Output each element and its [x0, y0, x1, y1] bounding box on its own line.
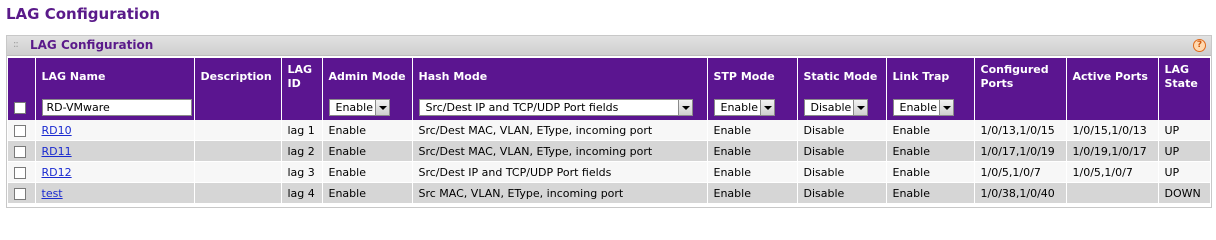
- dropdown-arrow-icon: [853, 100, 868, 115]
- cell-stp-mode: Enable: [707, 161, 798, 183]
- cell-static-mode: Disable: [797, 182, 887, 204]
- cell-link-trap: Enable: [886, 161, 975, 183]
- lag-name-link[interactable]: RD11: [42, 145, 72, 158]
- cell-lag-id: lag 1: [281, 120, 323, 141]
- dropdown-arrow-icon: [938, 100, 953, 115]
- cell-description: [194, 140, 282, 162]
- cell-hash-mode: Src MAC, VLAN, EType, incoming port: [412, 182, 708, 204]
- table-row[interactable]: RD12 lag 3 Enable Src/Dest IP and TCP/UD…: [8, 161, 1210, 183]
- cell-description: [194, 161, 282, 183]
- col-configured-ports[interactable]: Configured Ports: [974, 58, 1067, 95]
- cell-configured-ports: 1/0/5,1/0/7: [974, 161, 1067, 183]
- link-trap-select[interactable]: Enable: [892, 99, 954, 116]
- cell-admin-mode: Enable: [322, 140, 413, 162]
- cell-active-ports: 1/0/15,1/0/13: [1066, 120, 1159, 141]
- cell-hash-mode: Src/Dest MAC, VLAN, EType, incoming port: [412, 140, 708, 162]
- hash-mode-select[interactable]: Src/Dest IP and TCP/UDP Port fields: [418, 99, 693, 116]
- cell-link-trap: Enable: [886, 140, 975, 162]
- cell-description: [194, 120, 282, 141]
- cell-active-ports: 1/0/19,1/0/17: [1066, 140, 1159, 162]
- cell-link-trap: Enable: [886, 120, 975, 141]
- cell-admin-mode: Enable: [322, 182, 413, 204]
- header-row: LAG Name Description LAG ID Admin Mode H…: [8, 58, 1210, 95]
- col-lag-state[interactable]: LAG State: [1158, 58, 1210, 95]
- table-row[interactable]: test lag 4 Enable Src MAC, VLAN, EType, …: [8, 182, 1210, 204]
- row-checkbox[interactable]: [14, 166, 26, 179]
- edit-row: RD-VMware Enable Src/Dest IP and TCP/UDP…: [8, 95, 1210, 120]
- cell-stp-mode: Enable: [707, 120, 798, 141]
- drag-grip-icon[interactable]: ::: [13, 39, 19, 50]
- cell-lag-state: UP: [1158, 120, 1210, 141]
- table-row[interactable]: RD10 lag 1 Enable Src/Dest MAC, VLAN, ET…: [8, 120, 1210, 141]
- dropdown-arrow-icon: [374, 100, 389, 115]
- col-description[interactable]: Description: [194, 58, 282, 95]
- row-checkbox[interactable]: [14, 187, 26, 200]
- select-all-checkbox[interactable]: [14, 102, 26, 114]
- cell-lag-id: lag 3: [281, 161, 323, 183]
- dropdown-arrow-icon: [677, 100, 692, 115]
- cell-configured-ports: 1/0/38,1/0/40: [974, 182, 1067, 204]
- cell-lag-id: lag 2: [281, 140, 323, 162]
- col-link-trap[interactable]: Link Trap: [886, 58, 975, 95]
- dropdown-arrow-icon: [759, 100, 774, 115]
- col-admin-mode[interactable]: Admin Mode: [322, 58, 413, 95]
- stp-mode-select[interactable]: Enable: [713, 99, 775, 116]
- col-select: [8, 58, 36, 95]
- cell-lag-state: DOWN: [1158, 182, 1210, 204]
- cell-configured-ports: 1/0/13,1/0/15: [974, 120, 1067, 141]
- lag-table: LAG Name Description LAG ID Admin Mode H…: [8, 58, 1210, 204]
- cell-configured-ports: 1/0/17,1/0/19: [974, 140, 1067, 162]
- col-active-ports[interactable]: Active Ports: [1066, 58, 1159, 95]
- col-lag-name[interactable]: LAG Name: [35, 58, 195, 95]
- cell-stp-mode: Enable: [707, 140, 798, 162]
- cell-hash-mode: Src/Dest IP and TCP/UDP Port fields: [412, 161, 708, 183]
- cell-stp-mode: Enable: [707, 182, 798, 204]
- panel-title: LAG Configuration: [30, 38, 154, 52]
- lag-name-link[interactable]: RD10: [42, 124, 72, 137]
- cell-link-trap: Enable: [886, 182, 975, 204]
- row-checkbox[interactable]: [14, 124, 26, 137]
- cell-lag-state: UP: [1158, 140, 1210, 162]
- col-static-mode[interactable]: Static Mode: [797, 58, 887, 95]
- cell-active-ports: [1066, 182, 1159, 204]
- cell-hash-mode: Src/Dest MAC, VLAN, EType, incoming port: [412, 120, 708, 141]
- lag-name-link[interactable]: RD12: [42, 166, 72, 179]
- row-checkbox[interactable]: [14, 145, 26, 158]
- lag-name-link[interactable]: test: [42, 187, 63, 200]
- col-hash-mode[interactable]: Hash Mode: [412, 58, 708, 95]
- cell-lag-id: lag 4: [281, 182, 323, 204]
- panel-header: :: LAG Configuration ?: [7, 36, 1211, 56]
- table-row[interactable]: RD11 lag 2 Enable Src/Dest MAC, VLAN, ET…: [8, 140, 1210, 162]
- lag-config-panel: :: LAG Configuration ? LAG Name Descript…: [6, 35, 1212, 208]
- admin-mode-select[interactable]: Enable: [328, 99, 390, 116]
- lag-name-input[interactable]: RD-VMware: [41, 99, 192, 116]
- col-stp-mode[interactable]: STP Mode: [707, 58, 798, 95]
- cell-admin-mode: Enable: [322, 161, 413, 183]
- cell-lag-state: UP: [1158, 161, 1210, 183]
- cell-admin-mode: Enable: [322, 120, 413, 141]
- cell-active-ports: 1/0/5,1/0/7: [1066, 161, 1159, 183]
- cell-static-mode: Disable: [797, 120, 887, 141]
- help-icon[interactable]: ?: [1193, 39, 1206, 52]
- page-title: LAG Configuration: [6, 5, 161, 23]
- col-lag-id[interactable]: LAG ID: [281, 58, 323, 95]
- cell-description: [194, 182, 282, 204]
- cell-static-mode: Disable: [797, 140, 887, 162]
- static-mode-select[interactable]: Disable: [803, 99, 869, 116]
- cell-static-mode: Disable: [797, 161, 887, 183]
